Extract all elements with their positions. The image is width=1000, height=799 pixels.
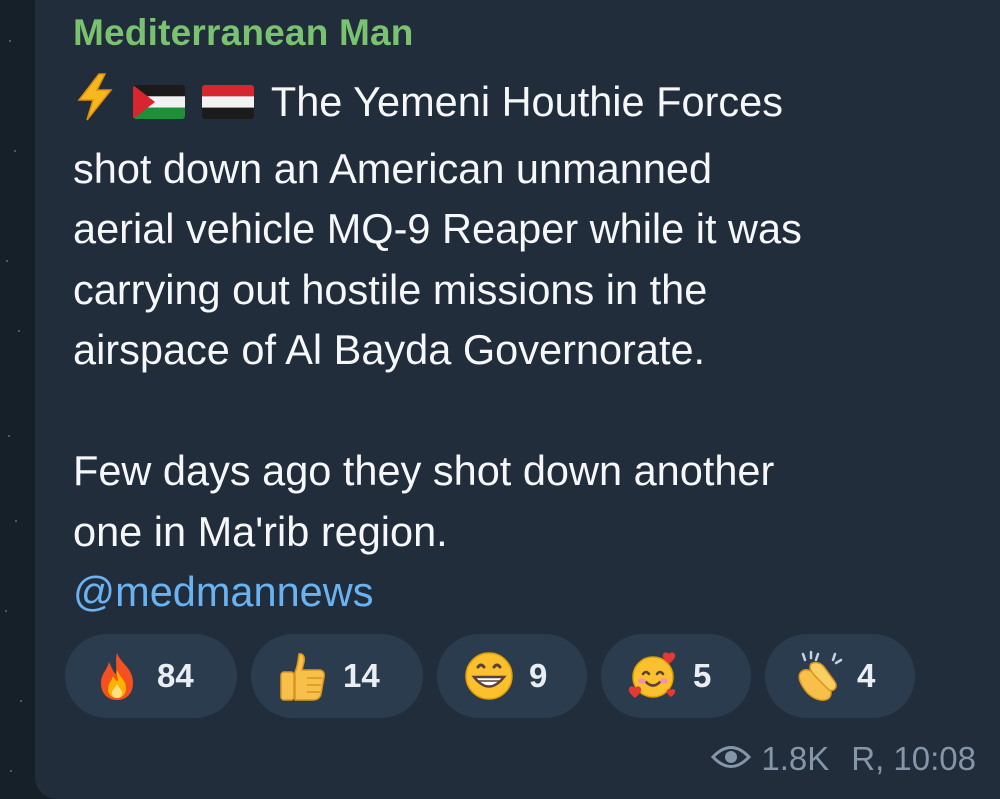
message-line-2: shot down an American unmanned <box>73 144 713 192</box>
reaction-count: 4 <box>857 657 876 694</box>
clapping-hands-icon <box>791 650 843 702</box>
reaction-thumbs-up[interactable]: 14 <box>251 634 423 718</box>
reaction-count: 9 <box>529 657 548 694</box>
grinning-face-icon <box>463 650 515 702</box>
chat-background: Mediterranean Man The Yemeni Houthie For… <box>0 0 1000 799</box>
fire-icon <box>91 650 143 702</box>
signature-time: R, 10:08 <box>851 740 976 777</box>
sender-name[interactable]: Mediterranean Man <box>73 12 414 54</box>
reaction-grinning[interactable]: 9 <box>437 634 587 718</box>
reaction-fire[interactable]: 84 <box>65 634 237 718</box>
message-line-4: carrying out hostile missions in the <box>73 265 708 313</box>
message-line-6: Few days ago they shot down another <box>73 447 775 494</box>
message-line-5: airspace of Al Bayda Governorate. <box>73 326 706 373</box>
message-line-3: aerial vehicle MQ-9 Reaper while it was <box>73 205 802 252</box>
reaction-count: 84 <box>157 657 194 694</box>
view-count: 1.8K <box>761 740 830 777</box>
thumbs-up-icon <box>277 650 329 702</box>
reaction-count: 5 <box>693 657 712 694</box>
high-voltage-icon <box>73 72 117 139</box>
reaction-clapping[interactable]: 4 <box>765 634 915 718</box>
channel-link[interactable]: @medmannews <box>73 562 993 623</box>
message-text: The Yemeni Houthie Forces shot down an A… <box>73 72 993 623</box>
reaction-count: 14 <box>343 657 380 694</box>
message-line-7: one in Ma'rib region. <box>73 507 448 555</box>
palestine-flag-icon <box>132 85 185 119</box>
message-meta: 1.8K R, 10:08 <box>711 740 976 778</box>
message-line-1: The Yemeni Houthie Forces <box>73 72 993 139</box>
message-bubble[interactable]: Mediterranean Man The Yemeni Houthie For… <box>35 0 1000 799</box>
eye-icon <box>711 740 752 778</box>
smiling-face-with-hearts-icon <box>627 650 679 702</box>
reaction-smiling-hearts[interactable]: 5 <box>601 634 751 718</box>
yemen-flag-icon <box>202 85 255 119</box>
